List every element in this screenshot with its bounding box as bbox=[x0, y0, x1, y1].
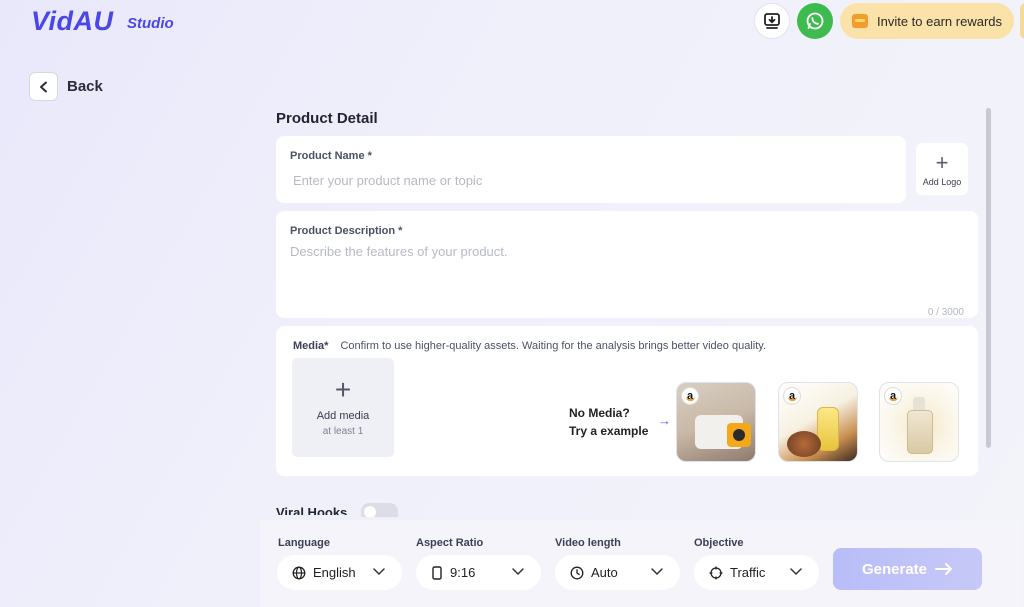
viral-hooks-label: Viral Hooks bbox=[276, 505, 348, 515]
no-media-prompt: No Media? Try a example bbox=[569, 404, 648, 440]
scrollbar[interactable] bbox=[986, 108, 991, 448]
objective-select[interactable]: Traffic bbox=[694, 555, 819, 590]
chevron-down-icon bbox=[512, 568, 524, 576]
phone-icon bbox=[432, 565, 442, 580]
vidau-logo[interactable]: VidAU bbox=[31, 6, 114, 37]
aspect-ratio-value: 9:16 bbox=[450, 565, 476, 580]
product-name-input[interactable]: Enter your product name or topic bbox=[293, 173, 482, 188]
amazon-icon: a bbox=[884, 387, 902, 405]
download-button[interactable] bbox=[754, 3, 790, 39]
studio-label: Studio bbox=[127, 15, 174, 32]
video-length-value: Auto bbox=[591, 565, 618, 580]
clock-icon bbox=[570, 566, 584, 579]
amazon-icon: a bbox=[783, 387, 801, 405]
chevron-down-icon bbox=[790, 568, 802, 576]
chevron-down-icon bbox=[373, 568, 385, 576]
product-description-field[interactable]: Product Description * Describe the featu… bbox=[276, 211, 978, 318]
add-logo-label: Add Logo bbox=[922, 176, 962, 187]
add-media-sublabel: at least 1 bbox=[322, 426, 364, 437]
add-media-button[interactable]: + Add media at least 1 bbox=[292, 358, 394, 457]
invite-label: Invite to earn rewards bbox=[877, 13, 1003, 29]
language-select[interactable]: English bbox=[277, 555, 402, 590]
language-value: English bbox=[313, 565, 356, 580]
no-media-line1: No Media? bbox=[569, 406, 630, 420]
no-media-line2: Try a example bbox=[569, 424, 649, 438]
arrow-right-icon: → bbox=[658, 413, 671, 428]
character-counter: 0 / 3000 bbox=[927, 307, 964, 318]
target-icon bbox=[709, 566, 723, 579]
serum-bottle-image bbox=[907, 410, 933, 454]
example-oil-sprayer[interactable]: a bbox=[778, 382, 858, 462]
language-label: Language bbox=[278, 537, 330, 549]
back-button[interactable]: Back bbox=[29, 72, 103, 101]
product-description-input[interactable]: Describe the features of your product. bbox=[290, 244, 508, 259]
add-media-label: Add media bbox=[316, 410, 370, 422]
header-edge-chip[interactable] bbox=[1020, 3, 1024, 39]
whatsapp-icon bbox=[806, 12, 824, 30]
product-name-field[interactable]: Product Name * Enter your product name o… bbox=[276, 136, 906, 203]
product-description-label: Product Description * bbox=[290, 225, 403, 237]
objective-value: Traffic bbox=[730, 565, 766, 580]
download-icon bbox=[764, 13, 780, 29]
serum-cap bbox=[913, 397, 925, 411]
plus-icon: + bbox=[935, 149, 949, 175]
product-detail-title: Product Detail bbox=[276, 110, 378, 127]
whatsapp-button[interactable] bbox=[797, 3, 833, 39]
objective-label: Objective bbox=[694, 537, 744, 549]
food-image bbox=[787, 431, 821, 457]
viral-hooks-toggle[interactable] bbox=[361, 503, 398, 517]
example-projector[interactable]: a bbox=[676, 382, 756, 462]
arrow-right-icon bbox=[935, 563, 953, 575]
media-hint: Confirm to use higher-quality assets. Wa… bbox=[340, 340, 767, 352]
product-name-label: Product Name * bbox=[290, 150, 372, 162]
aspect-ratio-label: Aspect Ratio bbox=[416, 537, 484, 549]
globe-icon bbox=[292, 566, 306, 579]
generate-label: Generate bbox=[861, 560, 928, 578]
back-label: Back bbox=[67, 78, 103, 95]
media-section: Media* Confirm to use higher-quality ass… bbox=[276, 326, 978, 476]
chevron-left-icon bbox=[29, 72, 58, 101]
plus-icon: + bbox=[334, 374, 352, 405]
media-label: Media* bbox=[293, 340, 329, 352]
example-serum[interactable]: a bbox=[879, 382, 959, 462]
projector-lens bbox=[727, 423, 751, 447]
video-length-label: Video length bbox=[555, 537, 621, 549]
video-length-select[interactable]: Auto bbox=[555, 555, 680, 590]
gift-icon bbox=[852, 14, 868, 28]
chevron-down-icon bbox=[651, 568, 663, 576]
aspect-ratio-select[interactable]: 9:16 bbox=[416, 555, 541, 590]
invite-rewards-button[interactable]: Invite to earn rewards bbox=[840, 3, 1014, 39]
generate-button[interactable]: Generate bbox=[833, 548, 982, 590]
amazon-icon: a bbox=[681, 387, 699, 405]
add-logo-button[interactable]: + Add Logo bbox=[916, 143, 968, 195]
